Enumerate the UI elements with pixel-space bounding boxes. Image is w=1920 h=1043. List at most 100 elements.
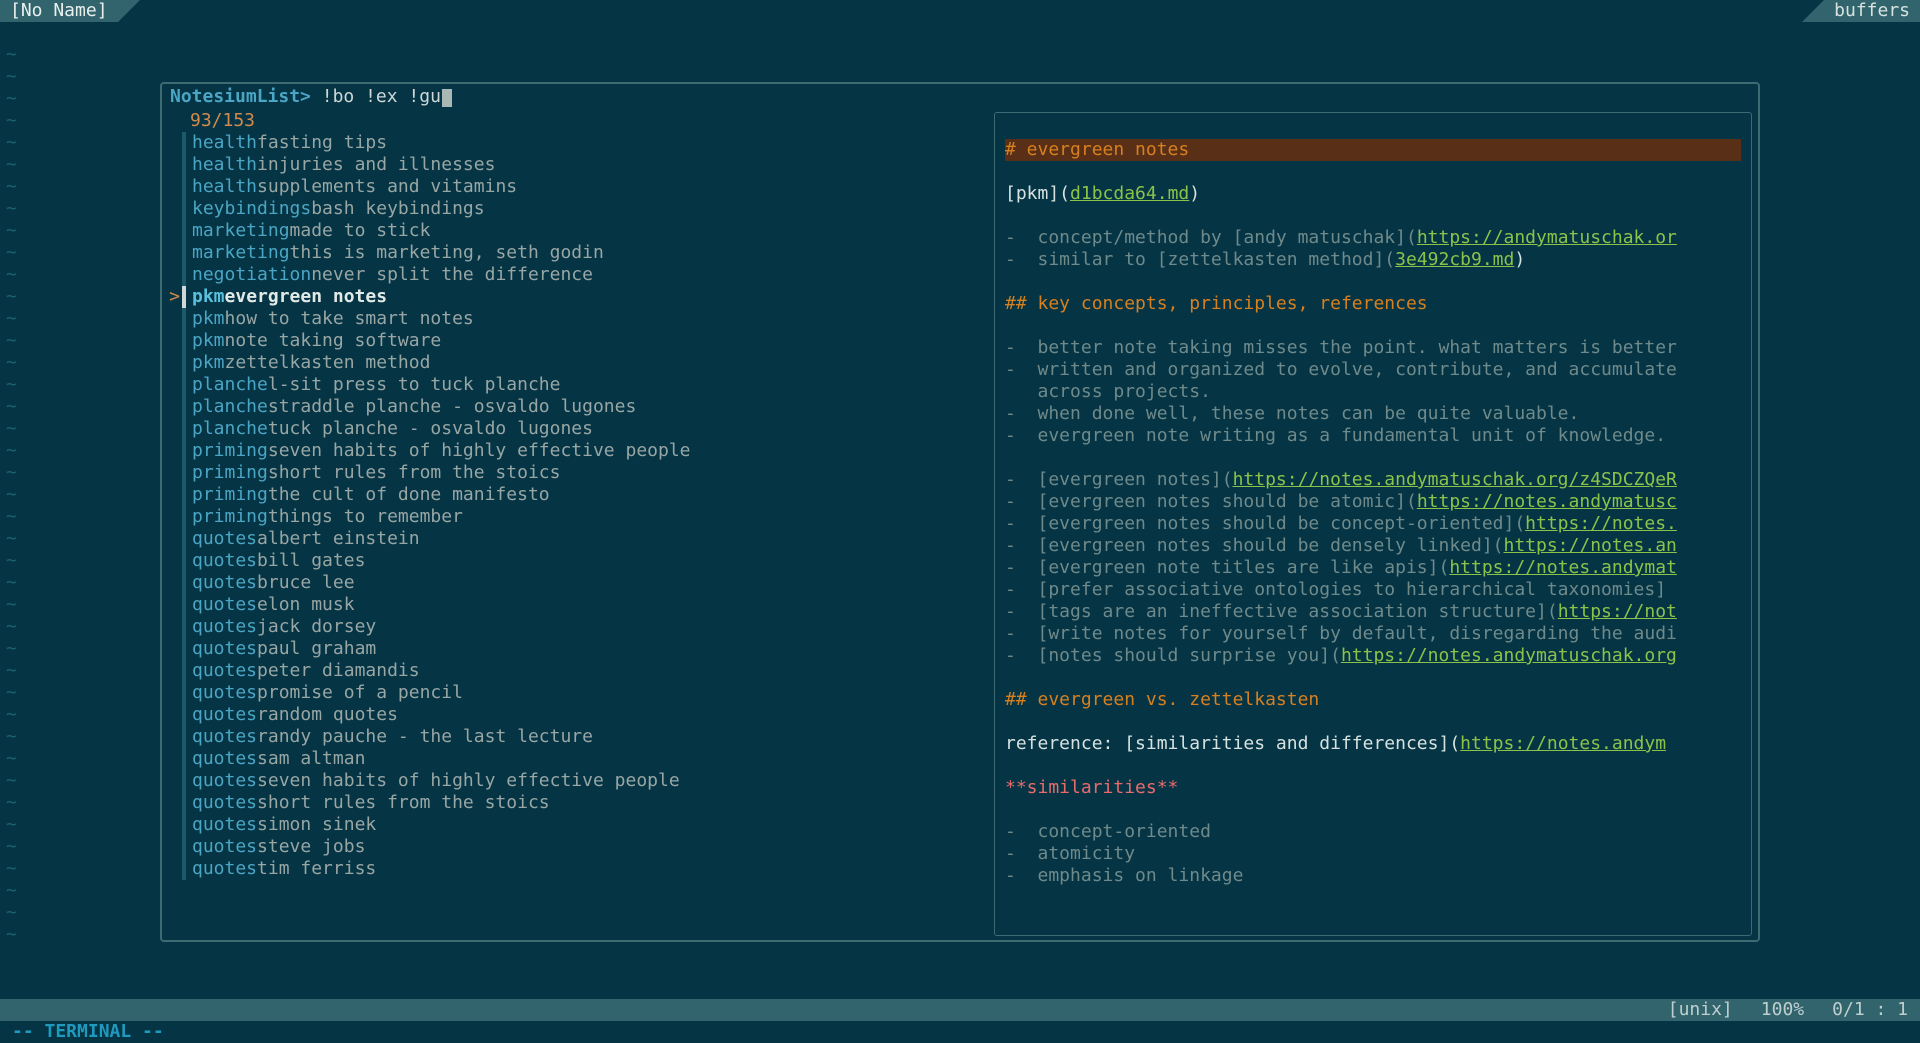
list-gutter-bar xyxy=(182,176,186,198)
list-item[interactable]: marketing this is marketing, seth godin xyxy=(162,242,988,264)
list-item[interactable]: planche l-sit press to tuck planche xyxy=(162,374,988,396)
preview-bullet: - emphasis on linkage xyxy=(1005,865,1243,886)
list-item[interactable]: quotes bill gates xyxy=(162,550,988,572)
list-item[interactable]: priming seven habits of highly effective… xyxy=(162,440,988,462)
list-item[interactable]: quotes paul graham xyxy=(162,638,988,660)
list-item[interactable]: health injuries and illnesses xyxy=(162,154,988,176)
list-item-tag: quotes xyxy=(192,726,257,748)
preview-bullet: - [evergreen notes]( xyxy=(1005,469,1233,490)
preview-text: across projects. xyxy=(1005,381,1211,402)
list-item-tag: planche xyxy=(192,396,268,418)
tab-buffers[interactable]: buffers xyxy=(1824,0,1920,22)
list-item[interactable]: planche tuck planche - osvaldo lugones xyxy=(162,418,988,440)
list-gutter-bar xyxy=(182,682,186,704)
preview-link[interactable]: https://notes.andym xyxy=(1460,733,1666,754)
list-item[interactable]: quotes elon musk xyxy=(162,594,988,616)
list-item-tag: pkm xyxy=(192,308,225,330)
list-item-tag: keybindings xyxy=(192,198,311,220)
fzf-preview-pane[interactable]: # evergreen notes [pkm](d1bcda64.md) - c… xyxy=(994,112,1752,936)
preview-bullet: - [notes should surprise you]( xyxy=(1005,645,1341,666)
list-item-tag: marketing xyxy=(192,242,290,264)
list-item[interactable]: quotes short rules from the stoics xyxy=(162,792,988,814)
list-item[interactable]: quotes simon sinek xyxy=(162,814,988,836)
list-gutter-bar xyxy=(182,814,186,836)
preview-bullet: - similar to [zettelkasten method]( xyxy=(1005,249,1395,270)
list-item[interactable]: marketing made to stick xyxy=(162,220,988,242)
list-gutter-bar xyxy=(182,748,186,770)
fzf-query-input[interactable]: !bo !ex !gu xyxy=(311,86,441,107)
list-item-tag: quotes xyxy=(192,594,257,616)
preview-link[interactable]: 3e492cb9.md xyxy=(1395,249,1514,270)
list-gutter-bar xyxy=(182,704,186,726)
preview-heading: ## key concepts, principles, references xyxy=(1005,293,1428,314)
list-gutter-bar xyxy=(182,154,186,176)
list-item[interactable]: quotes bruce lee xyxy=(162,572,988,594)
fzf-result-list[interactable]: health fasting tipshealth injuries and i… xyxy=(162,132,988,880)
preview-link[interactable]: https://andymatuschak.or xyxy=(1417,227,1677,248)
list-item[interactable]: keybindings bash keybindings xyxy=(162,198,988,220)
list-item-tag: quotes xyxy=(192,616,257,638)
mode-indicator: -- TERMINAL -- xyxy=(12,1021,164,1043)
preview-link[interactable]: https://not xyxy=(1558,601,1677,622)
list-gutter-bar xyxy=(182,726,186,748)
list-item[interactable]: quotes albert einstein xyxy=(162,528,988,550)
list-item[interactable]: quotes steve jobs xyxy=(162,836,988,858)
preview-bullet: - [evergreen notes should be concept-ori… xyxy=(1005,513,1525,534)
list-item-tag: pkm xyxy=(192,330,225,352)
list-gutter-bar xyxy=(182,770,186,792)
list-item-title: seven habits of highly effective people xyxy=(257,770,680,792)
list-item-title: note taking software xyxy=(225,330,442,352)
list-item[interactable]: pkm zettelkasten method xyxy=(162,352,988,374)
list-item-title: bill gates xyxy=(257,550,365,572)
list-item[interactable]: planche straddle planche - osvaldo lugon… xyxy=(162,396,988,418)
list-item-tag: pkm xyxy=(192,352,225,374)
list-item[interactable]: >pkm evergreen notes xyxy=(162,286,988,308)
list-item[interactable]: quotes randy pauche - the last lecture xyxy=(162,726,988,748)
list-gutter-bar xyxy=(182,352,186,374)
fzf-prompt[interactable]: NotesiumList> !bo !ex !gu xyxy=(162,84,1758,108)
list-item-tag: quotes xyxy=(192,550,257,572)
preview-link[interactable]: https://notes.andymat xyxy=(1449,557,1677,578)
list-item-title: this is marketing, seth godin xyxy=(290,242,604,264)
preview-link[interactable]: https://notes.andymatuschak.org xyxy=(1341,645,1677,666)
status-position: 0/1 : 1 xyxy=(1832,999,1908,1021)
list-item[interactable]: health fasting tips xyxy=(162,132,988,154)
list-item-tag: quotes xyxy=(192,814,257,836)
list-item-tag: quotes xyxy=(192,660,257,682)
preview-link[interactable]: https://notes.an xyxy=(1504,535,1677,556)
preview-bullet: - concept-oriented xyxy=(1005,821,1211,842)
list-item[interactable]: negotiation never split the difference xyxy=(162,264,988,286)
list-item[interactable]: quotes tim ferriss xyxy=(162,858,988,880)
list-item-title: zettelkasten method xyxy=(225,352,431,374)
list-item[interactable]: quotes seven habits of highly effective … xyxy=(162,770,988,792)
preview-link[interactable]: https://notes. xyxy=(1525,513,1677,534)
preview-bullet: - better note taking misses the point. w… xyxy=(1005,337,1677,358)
list-gutter-bar xyxy=(182,132,186,154)
tab-current-file[interactable]: [No Name] xyxy=(0,0,118,22)
preview-link[interactable]: https://notes.andymatuschak.org/z4SDCZQe… xyxy=(1233,469,1677,490)
list-item[interactable]: quotes sam altman xyxy=(162,748,988,770)
list-item-tag: quotes xyxy=(192,682,257,704)
list-item-title: jack dorsey xyxy=(257,616,376,638)
list-item[interactable]: pkm how to take smart notes xyxy=(162,308,988,330)
status-encoding: [unix] xyxy=(1668,999,1733,1021)
preview-bullet: - atomicity xyxy=(1005,843,1135,864)
preview-link[interactable]: https://notes.andymatusc xyxy=(1417,491,1677,512)
preview-bullet: - [tags are an ineffective association s… xyxy=(1005,601,1558,622)
list-item-title: supplements and vitamins xyxy=(257,176,517,198)
list-item-title: tim ferriss xyxy=(257,858,376,880)
list-item[interactable]: quotes jack dorsey xyxy=(162,616,988,638)
list-item[interactable]: quotes peter diamandis xyxy=(162,660,988,682)
list-item-title: paul graham xyxy=(257,638,376,660)
list-item[interactable]: quotes random quotes xyxy=(162,704,988,726)
list-gutter-bar xyxy=(182,550,186,572)
list-item[interactable]: priming things to remember xyxy=(162,506,988,528)
list-item[interactable]: priming the cult of done manifesto xyxy=(162,484,988,506)
list-item[interactable]: health supplements and vitamins xyxy=(162,176,988,198)
list-gutter-bar xyxy=(182,792,186,814)
selection-marker-icon: > xyxy=(162,286,182,308)
list-item[interactable]: pkm note taking software xyxy=(162,330,988,352)
list-item[interactable]: priming short rules from the stoics xyxy=(162,462,988,484)
list-item[interactable]: quotes promise of a pencil xyxy=(162,682,988,704)
preview-heading: ## evergreen vs. zettelkasten xyxy=(1005,689,1319,710)
